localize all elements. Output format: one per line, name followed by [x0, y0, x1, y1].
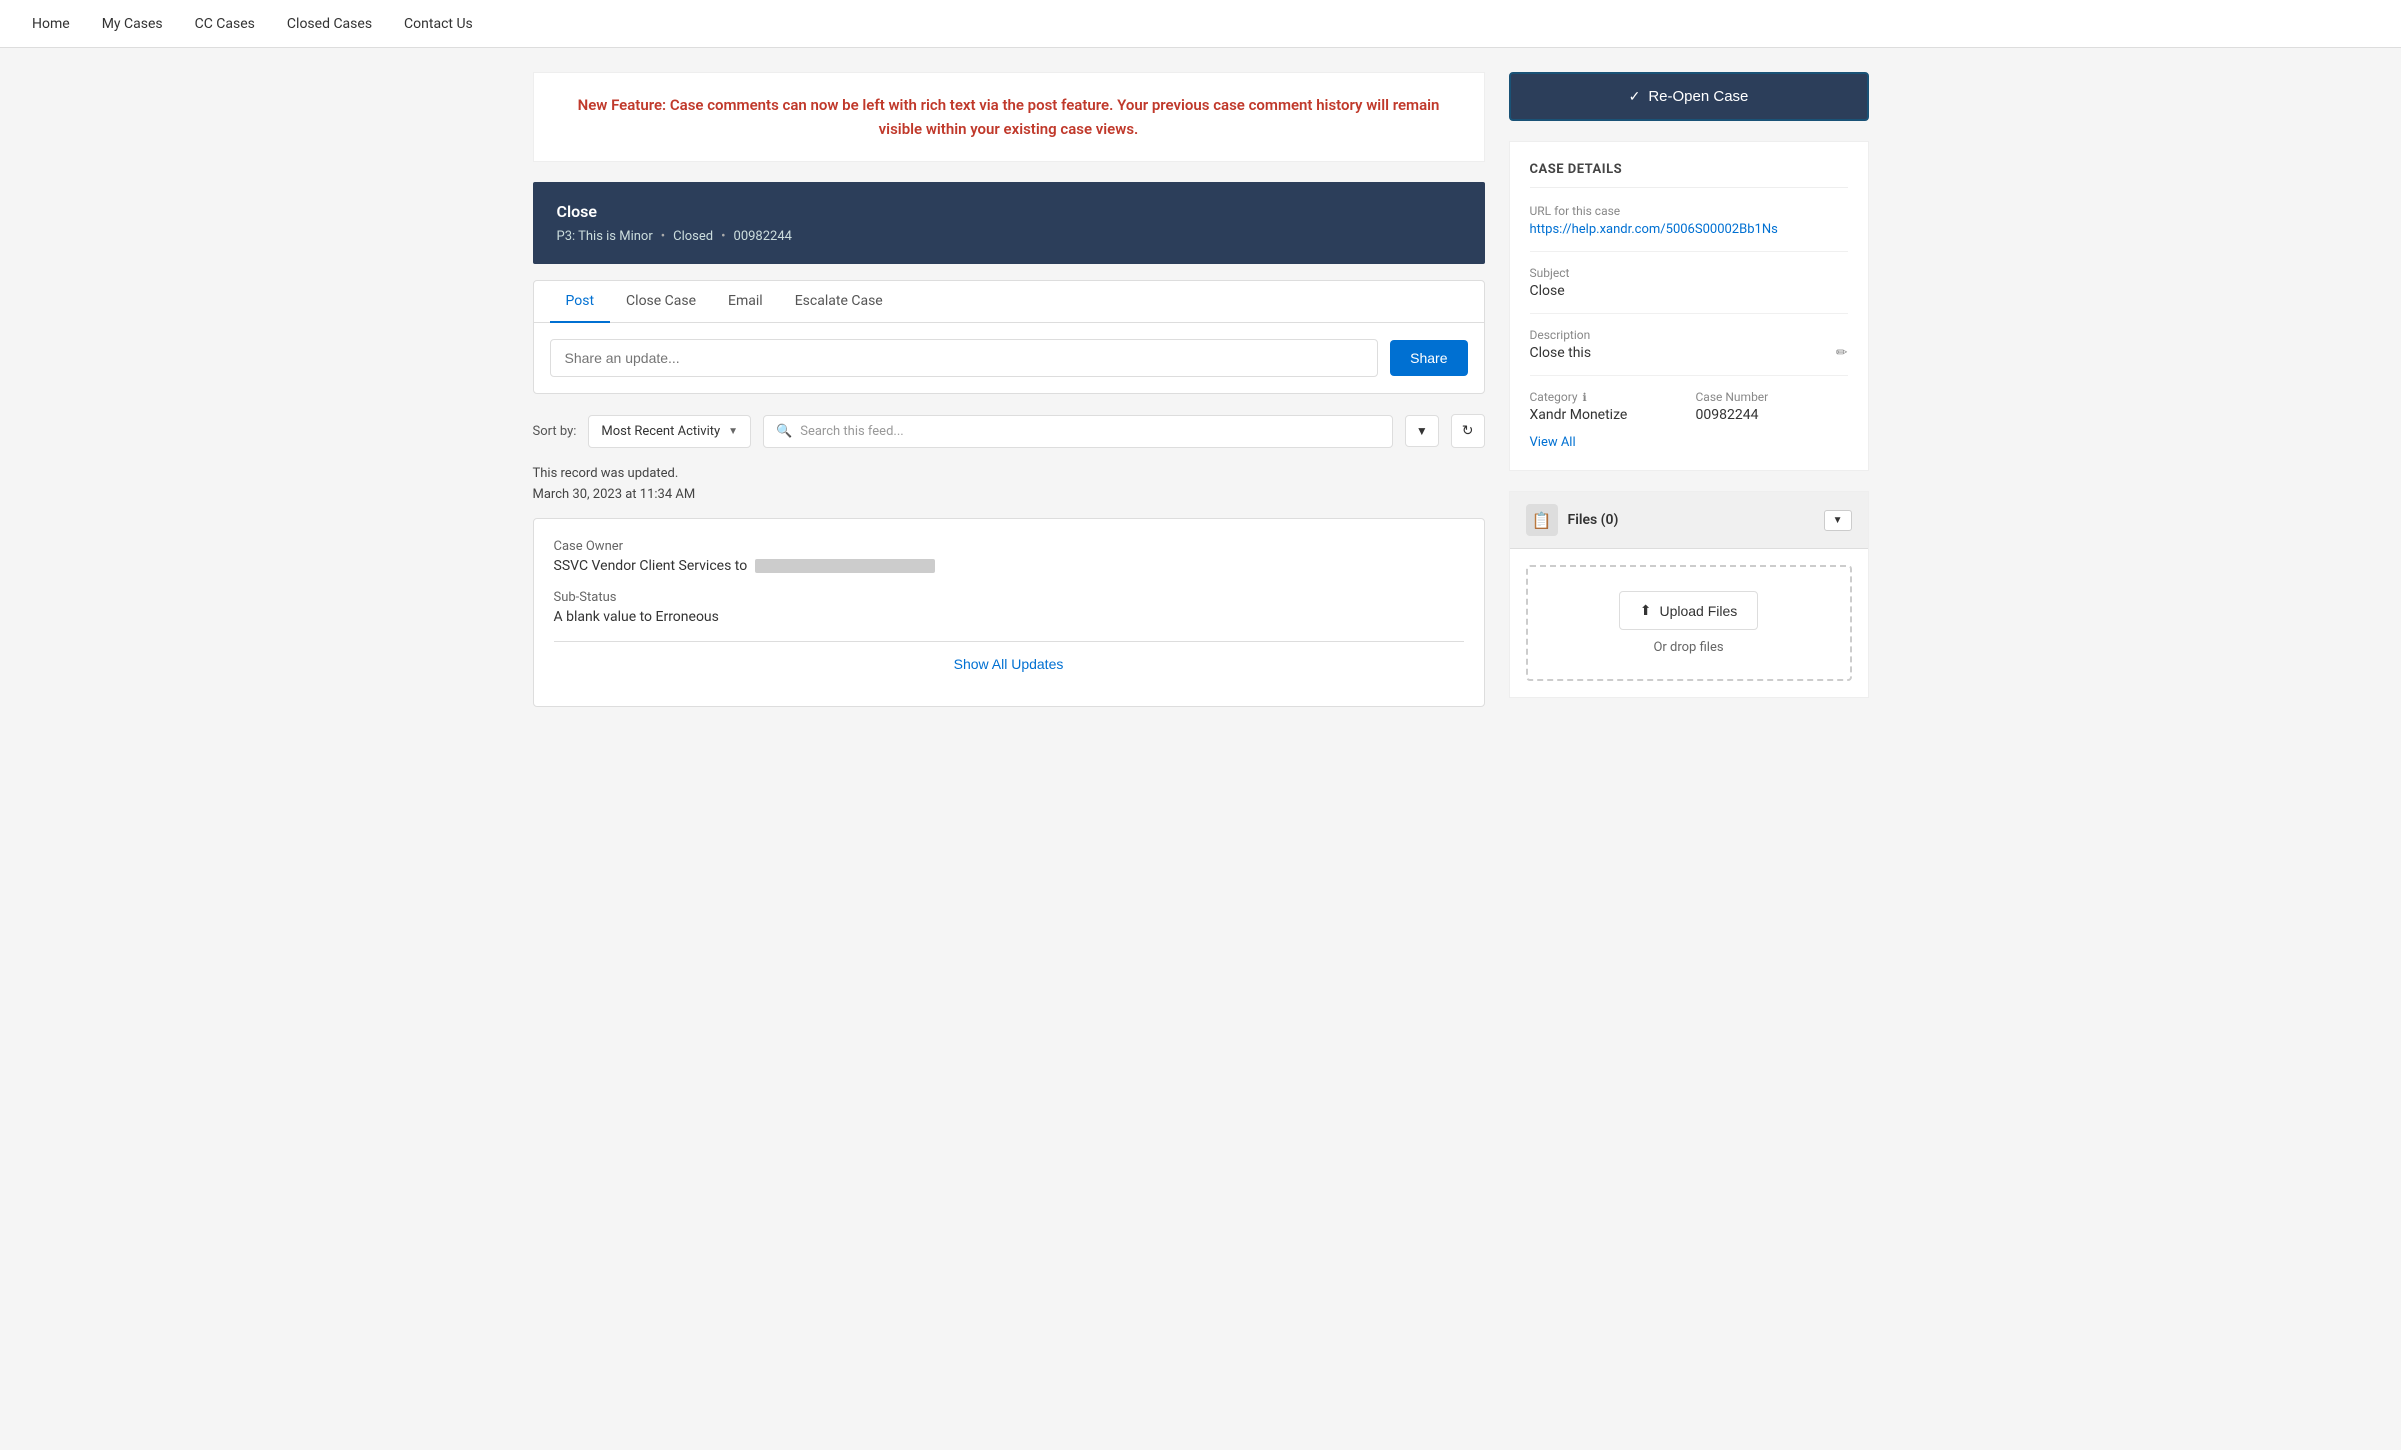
activity-updated-text: This record was updated.: [533, 464, 1485, 485]
sort-value: Most Recent Activity: [601, 424, 720, 439]
case-details-title: CASE DETAILS: [1530, 162, 1848, 188]
category-value: Xandr Monetize: [1530, 407, 1682, 423]
detail-subject: Subject Close: [1530, 266, 1848, 314]
sort-bar: Sort by: Most Recent Activity ▼ 🔍 Search…: [533, 414, 1485, 448]
edit-icon[interactable]: ✏: [1836, 345, 1848, 361]
search-feed-box[interactable]: 🔍 Search this feed...: [763, 415, 1393, 448]
post-section: Post Close Case Email Escalate Case Shar…: [533, 280, 1485, 394]
banner-text: New Feature: Case comments can now be le…: [558, 93, 1460, 141]
detail-case-number: Case Number 00982244: [1696, 390, 1848, 423]
detail-description: Description Close this ✏: [1530, 328, 1848, 376]
url-link[interactable]: https://help.xandr.com/5006S00002Bb1Ns: [1530, 222, 1778, 237]
files-drop-area[interactable]: ⬆ Upload Files Or drop files: [1526, 565, 1852, 681]
field-value-owner: SSVC Vendor Client Services to: [554, 558, 1464, 574]
files-icon: 📋: [1526, 504, 1558, 536]
left-column: New Feature: Case comments can now be le…: [533, 72, 1485, 707]
activity-time: March 30, 2023 at 11:34 AM: [533, 485, 1485, 506]
nav-home[interactable]: Home: [32, 16, 70, 32]
refresh-icon: ↻: [1462, 423, 1474, 439]
field-label-substatus: Sub-Status: [554, 590, 1464, 605]
info-icon: ℹ: [1583, 391, 1587, 404]
tab-close-case[interactable]: Close Case: [610, 281, 712, 323]
field-value-substatus: A blank value to Erroneous: [554, 609, 1464, 625]
nav-cc-cases[interactable]: CC Cases: [195, 16, 255, 32]
url-value: https://help.xandr.com/5006S00002Bb1Ns: [1530, 221, 1848, 237]
checkmark-icon: ✓: [1629, 88, 1641, 105]
post-input-row: Share: [534, 323, 1484, 393]
filter-icon: ▼: [1416, 424, 1428, 438]
chevron-down-icon: ▼: [728, 426, 738, 437]
detail-url: URL for this case https://help.xandr.com…: [1530, 204, 1848, 252]
case-number-header: 00982244: [734, 229, 792, 244]
case-details-panel: CASE DETAILS URL for this case https://h…: [1509, 141, 1869, 471]
upload-icon: ⬆: [1640, 602, 1652, 619]
files-collapse-button[interactable]: ▼: [1824, 510, 1852, 531]
case-number-value: 00982244: [1696, 407, 1848, 423]
page-layout: New Feature: Case comments can now be le…: [501, 48, 1901, 731]
feature-banner: New Feature: Case comments can now be le…: [533, 72, 1485, 162]
navigation: Home My Cases CC Cases Closed Cases Cont…: [0, 0, 2401, 48]
case-header: Close P3: This is Minor • Closed • 00982…: [533, 182, 1485, 264]
refresh-button[interactable]: ↻: [1451, 414, 1485, 448]
search-icon: 🔍: [776, 424, 792, 439]
category-label: Category ℹ: [1530, 390, 1682, 404]
subject-label: Subject: [1530, 266, 1848, 280]
activity-card: Case Owner SSVC Vendor Client Services t…: [533, 518, 1485, 707]
show-all-updates-button[interactable]: Show All Updates: [554, 641, 1464, 686]
case-title: Close: [557, 202, 1461, 221]
case-number-label: Case Number: [1696, 390, 1848, 404]
separator-dot-2: •: [721, 229, 725, 244]
view-all-link[interactable]: View All: [1530, 435, 1848, 450]
description-row: Close this ✏: [1530, 345, 1848, 361]
tab-escalate-case[interactable]: Escalate Case: [779, 281, 899, 323]
case-meta: P3: This is Minor • Closed • 00982244: [557, 229, 1461, 244]
files-header: 📋 Files (0) ▼: [1510, 492, 1868, 549]
sort-select[interactable]: Most Recent Activity ▼: [588, 415, 751, 448]
detail-category: Category ℹ Xandr Monetize: [1530, 390, 1682, 423]
files-title: Files (0): [1568, 512, 1619, 528]
share-button[interactable]: Share: [1390, 340, 1467, 376]
activity-field-owner: Case Owner SSVC Vendor Client Services t…: [554, 539, 1464, 574]
detail-grid: Category ℹ Xandr Monetize Case Number 00…: [1530, 390, 1848, 423]
files-header-left: 📋 Files (0): [1526, 504, 1619, 536]
description-label: Description: [1530, 328, 1848, 342]
filter-button[interactable]: ▼: [1405, 415, 1439, 447]
case-status: Closed: [673, 229, 713, 244]
separator-dot-1: •: [661, 229, 665, 244]
tab-email[interactable]: Email: [712, 281, 779, 323]
activity-field-substatus: Sub-Status A blank value to Erroneous: [554, 590, 1464, 625]
nav-contact-us[interactable]: Contact Us: [404, 16, 473, 32]
sort-label: Sort by:: [533, 424, 577, 439]
reopen-case-button[interactable]: ✓ Re-Open Case: [1509, 72, 1869, 121]
upload-label: Upload Files: [1659, 603, 1737, 619]
field-label-owner: Case Owner: [554, 539, 1464, 554]
case-priority: P3: This is Minor: [557, 229, 653, 244]
tab-post[interactable]: Post: [550, 281, 611, 323]
description-value: Close this: [1530, 345, 1592, 361]
search-placeholder: Search this feed...: [800, 424, 903, 439]
tab-bar: Post Close Case Email Escalate Case: [534, 281, 1484, 323]
nav-my-cases[interactable]: My Cases: [102, 16, 163, 32]
upload-files-button[interactable]: ⬆ Upload Files: [1619, 591, 1759, 630]
nav-closed-cases[interactable]: Closed Cases: [287, 16, 372, 32]
activity-timestamp: This record was updated. March 30, 2023 …: [533, 464, 1485, 506]
right-column: ✓ Re-Open Case CASE DETAILS URL for this…: [1509, 72, 1869, 707]
url-label: URL for this case: [1530, 204, 1848, 218]
post-input[interactable]: [550, 339, 1379, 377]
files-panel: 📋 Files (0) ▼ ⬆ Upload Files Or drop fil…: [1509, 491, 1869, 698]
reopen-label: Re-Open Case: [1648, 88, 1748, 105]
redacted-bar: [755, 559, 935, 573]
drop-files-text: Or drop files: [1552, 640, 1826, 655]
subject-value: Close: [1530, 283, 1848, 299]
